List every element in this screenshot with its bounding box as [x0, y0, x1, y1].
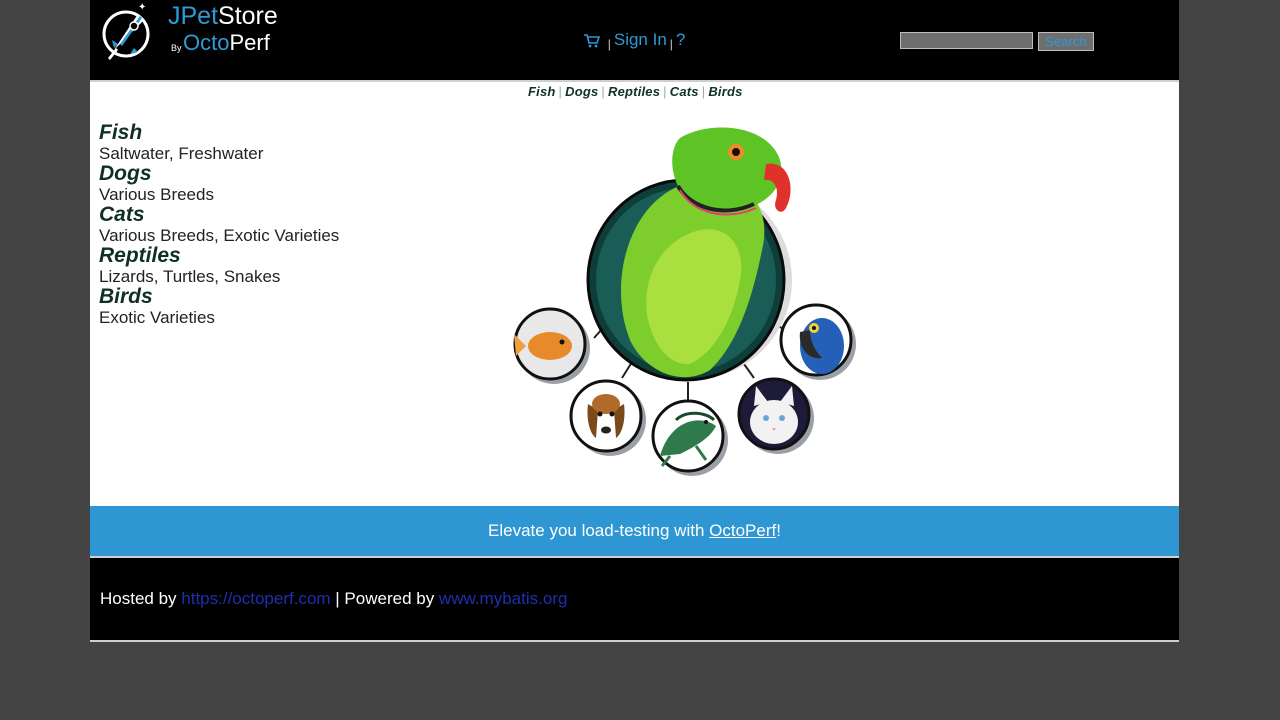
quicklink-separator: |	[701, 84, 706, 99]
search-input[interactable]	[900, 32, 1033, 49]
cats-splash-area[interactable]	[737, 377, 814, 454]
menu-separator: |	[607, 37, 611, 51]
menu-separator: |	[669, 37, 673, 51]
logo-brand: JPetStore	[168, 2, 278, 30]
quicklink-cats[interactable]: Cats	[670, 84, 699, 99]
header-menu: | Sign In |?	[584, 30, 685, 51]
sidebar-category-description: Lizards, Turtles, Snakes	[99, 267, 281, 286]
footer-text: Hosted by https://octoperf.com | Powered…	[100, 589, 567, 609]
sidebar-category-description: Exotic Varieties	[99, 308, 215, 327]
footer-mybatis-link[interactable]: www.mybatis.org	[439, 589, 567, 608]
quicklink-fish[interactable]: Fish	[528, 84, 556, 99]
sidebar: Fish Saltwater, Freshwater Dogs Various …	[99, 122, 340, 328]
reptiles-splash-area[interactable]	[651, 399, 728, 476]
sign-in-link[interactable]: Sign In	[614, 30, 667, 49]
banner-octoperf-link[interactable]: OctoPerf	[709, 521, 776, 540]
footer-hosted-label: Hosted by	[100, 589, 182, 608]
quicklink-separator: |	[558, 84, 563, 99]
sidebar-category-description: Saltwater, Freshwater	[99, 144, 264, 163]
footer-powered-label: | Powered by	[330, 589, 439, 608]
sidebar-category-birds[interactable]: Birds	[99, 286, 339, 308]
sidebar-category-description: Various Breeds, Exotic Varieties	[99, 226, 340, 245]
main-content: Fish | Dogs | Reptiles | Cats | Birds Fish Saltw…	[90, 82, 1179, 506]
cart-icon	[584, 34, 600, 48]
sidebar-category-fish[interactable]: Fish	[99, 122, 339, 144]
quicklink-reptiles[interactable]: Reptiles	[608, 84, 660, 99]
banner-text-prefix: Elevate you load-testing with	[488, 521, 710, 540]
logo-octoperf: OctoPerf	[183, 30, 270, 55]
sidebar-category-dogs[interactable]: Dogs	[99, 163, 339, 185]
fish-splash-area[interactable]	[513, 307, 590, 384]
rocket-logo-icon: ✦	[102, 2, 150, 60]
birds-macaw-splash-area[interactable]	[779, 303, 856, 380]
splash-image-map	[513, 127, 856, 476]
svg-text:✦: ✦	[138, 2, 146, 13]
banner-text-suffix: !	[776, 521, 781, 540]
help-link[interactable]: ?	[676, 30, 685, 49]
sidebar-category-cats[interactable]: Cats	[99, 204, 339, 226]
logo-by: By	[171, 43, 182, 53]
dogs-splash-area[interactable]	[569, 379, 646, 456]
birds-splash-area[interactable]	[586, 127, 792, 382]
sidebar-category-reptiles[interactable]: Reptiles	[99, 245, 339, 267]
footer-octoperf-link[interactable]: https://octoperf.com	[181, 589, 330, 608]
footer: Hosted by https://octoperf.com | Powered…	[90, 558, 1179, 642]
quicklink-separator: |	[601, 84, 605, 99]
logo[interactable]: ✦ JPetStore By OctoPerf	[100, 0, 290, 64]
promo-banner: Elevate you load-testing with OctoPerf!	[90, 506, 1179, 558]
quicklinks-bar: Fish | Dogs | Reptiles | Cats | Birds	[528, 84, 743, 99]
header: ✦ JPetStore By OctoPerf | Sign In |? Searc…	[90, 0, 1179, 82]
search-button[interactable]: Search	[1038, 32, 1094, 51]
cart-link[interactable]	[584, 30, 605, 49]
quicklink-separator: |	[663, 84, 667, 99]
page-container: ✦ JPetStore By OctoPerf | Sign In |? Searc…	[90, 0, 1179, 642]
quicklink-birds[interactable]: Birds	[708, 84, 742, 99]
quicklink-dogs[interactable]: Dogs	[565, 84, 598, 99]
sidebar-category-description: Various Breeds	[99, 185, 214, 204]
